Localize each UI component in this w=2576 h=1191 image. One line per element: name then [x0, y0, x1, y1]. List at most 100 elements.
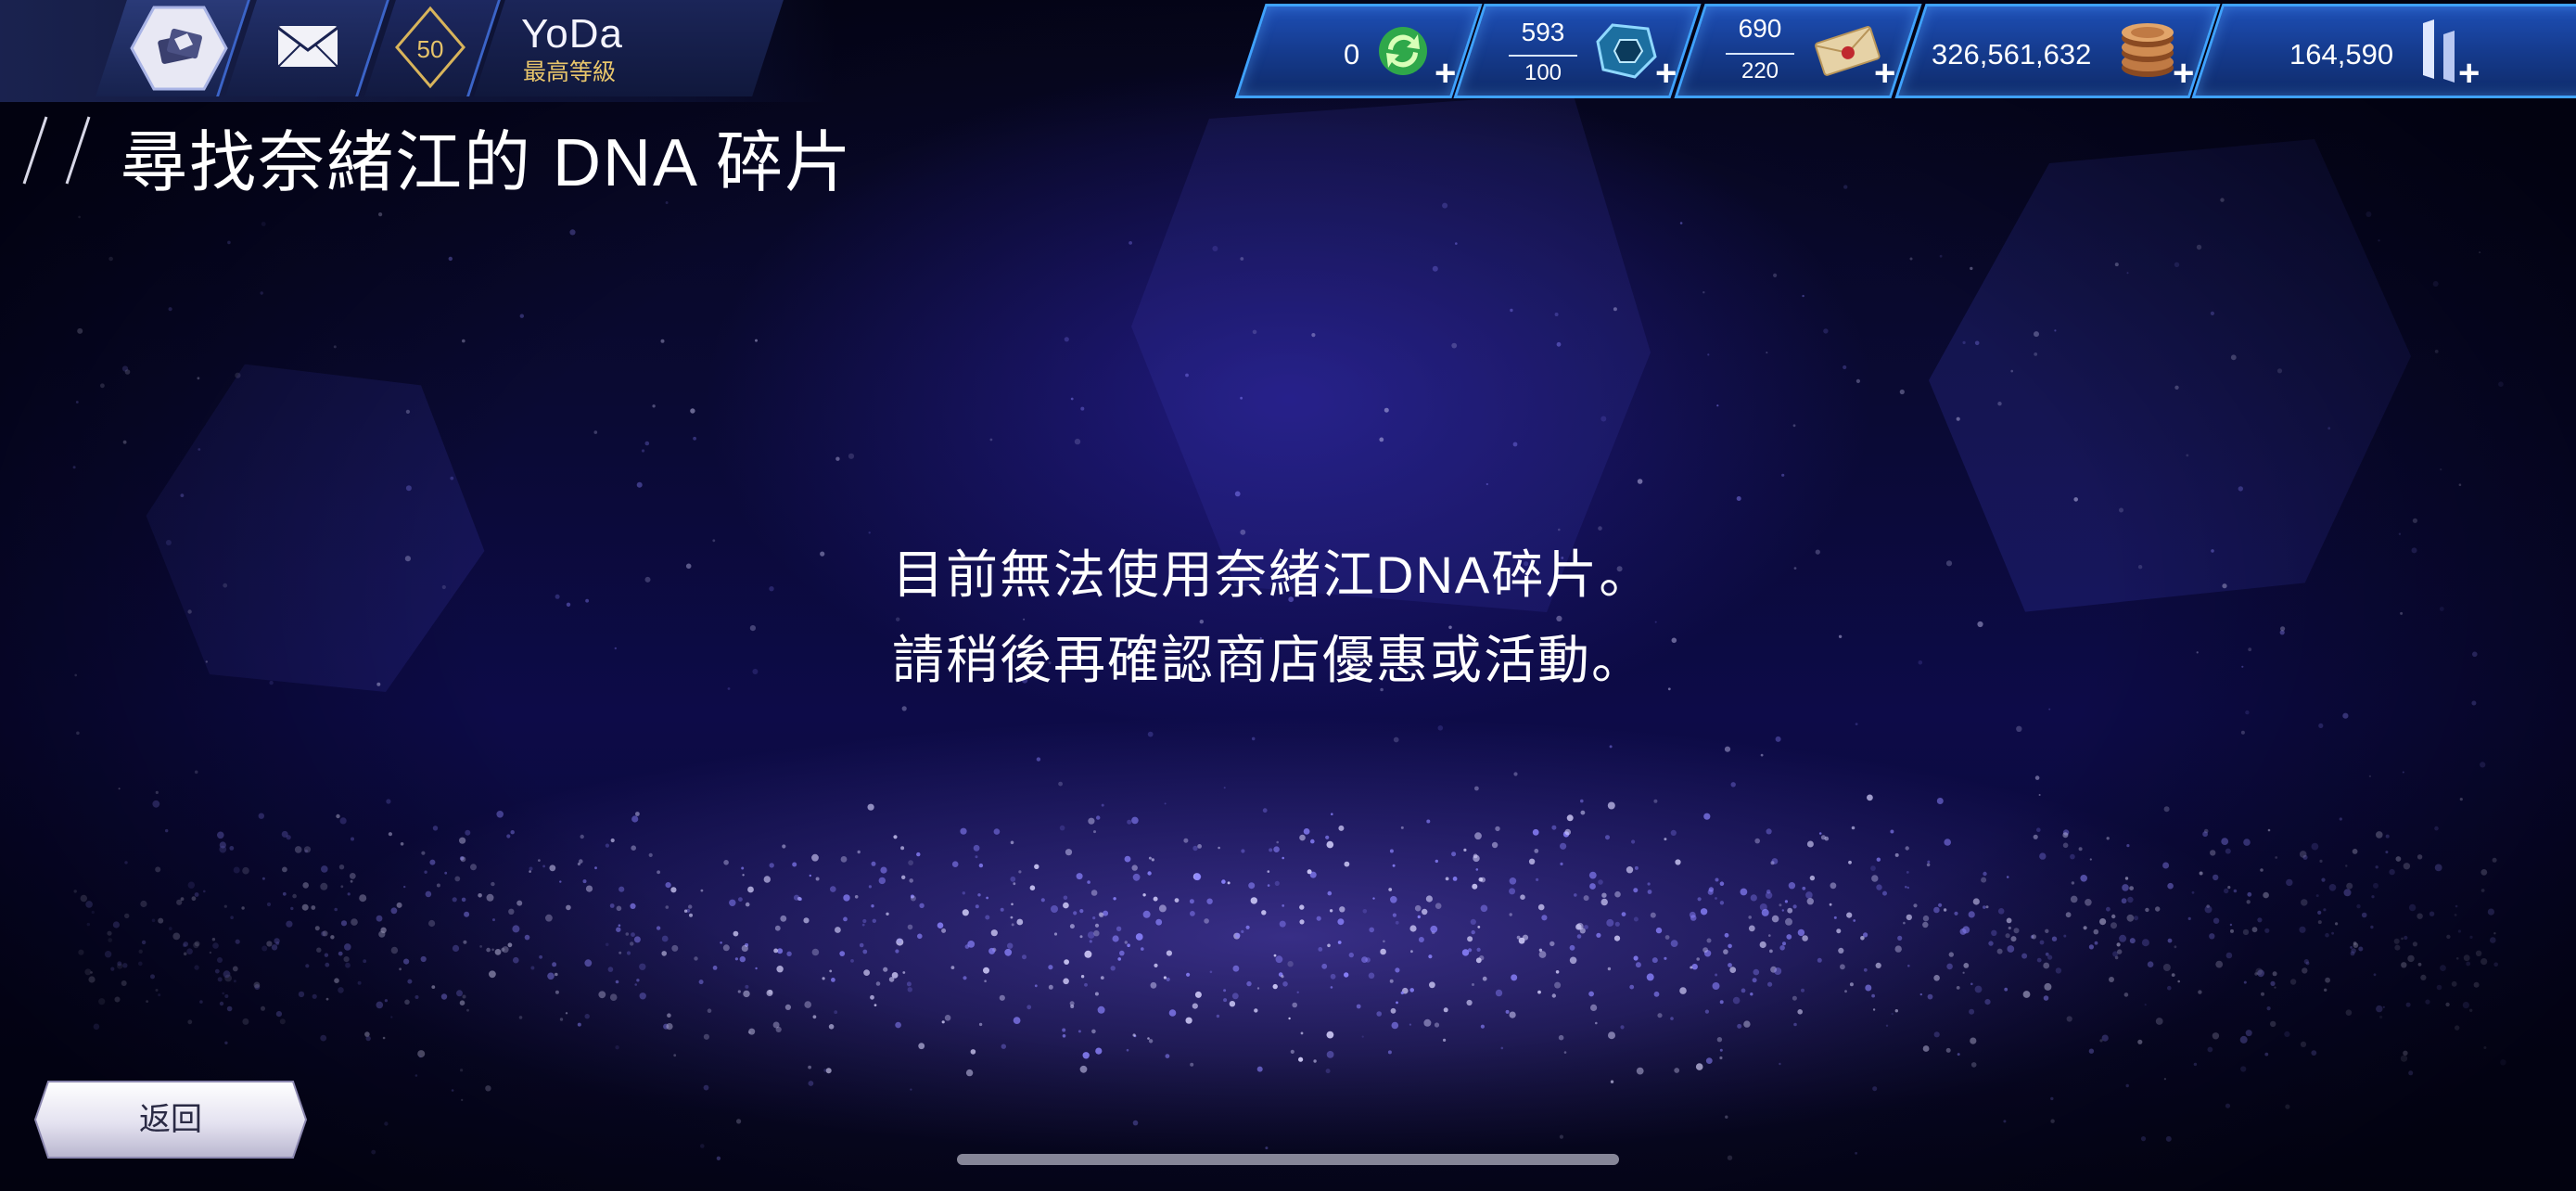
particle	[1913, 903, 1918, 908]
particle	[1124, 855, 1131, 863]
particle	[2408, 1070, 2414, 1076]
particle	[1806, 840, 1814, 848]
particle	[2263, 891, 2269, 899]
mail-icon[interactable]	[276, 24, 339, 69]
particle	[1922, 921, 1929, 928]
particle	[1272, 983, 1278, 990]
particle	[1690, 915, 1697, 921]
particle	[843, 894, 850, 902]
particle	[1675, 859, 1681, 865]
particle	[311, 905, 316, 910]
particle	[577, 1022, 581, 1027]
particle	[2328, 884, 2337, 891]
particle	[1174, 898, 1180, 903]
particle	[2254, 972, 2258, 976]
particle	[1183, 838, 1189, 843]
home-indicator[interactable]	[957, 1154, 1619, 1165]
particle	[2469, 935, 2473, 940]
particle	[2303, 959, 2309, 965]
particle	[2267, 828, 2271, 832]
particle	[1235, 932, 1241, 939]
particle	[671, 944, 679, 952]
particle	[183, 941, 188, 947]
particle	[124, 913, 130, 919]
back-button-label[interactable]: 返回	[33, 1080, 308, 1159]
particle	[2191, 890, 2195, 894]
particle	[2251, 927, 2258, 933]
particle	[752, 669, 759, 674]
currency-gems[interactable]: 593 100 +	[1453, 4, 1702, 98]
particle	[2210, 850, 2216, 856]
gems-add-button[interactable]: +	[1655, 53, 1677, 94]
particle	[2432, 281, 2439, 287]
particle	[2243, 980, 2247, 984]
particle	[1331, 813, 1333, 815]
particle	[529, 866, 533, 871]
particle	[1197, 844, 1202, 849]
particle	[1088, 817, 1095, 825]
particle	[1245, 925, 1250, 929]
particle	[743, 990, 750, 998]
particle	[1719, 1048, 1723, 1052]
currency-refresh[interactable]: 0 +	[1234, 4, 1483, 98]
particle	[2078, 847, 2083, 852]
particle	[2361, 912, 2367, 918]
particle	[1653, 991, 1660, 997]
particle	[1609, 745, 1613, 749]
particle	[630, 941, 634, 946]
crystals-add-button[interactable]: +	[2458, 53, 2480, 94]
particle	[266, 902, 272, 907]
particle	[492, 918, 495, 922]
particle	[870, 994, 874, 1000]
particle	[404, 999, 410, 1005]
particle	[1707, 889, 1714, 895]
particle	[1876, 884, 1882, 890]
player-name[interactable]: YoDa	[521, 11, 623, 58]
refresh-add-button[interactable]: +	[1435, 53, 1456, 94]
particle	[1480, 904, 1488, 913]
particle	[1126, 1048, 1129, 1052]
currency-tickets[interactable]: 690 220 +	[1674, 4, 1922, 98]
particle	[648, 852, 653, 858]
particle	[2264, 928, 2270, 933]
particle	[2400, 1055, 2408, 1062]
particle	[338, 987, 344, 993]
particle	[122, 440, 127, 444]
particle	[1607, 801, 1615, 810]
particle	[203, 890, 206, 893]
particle	[1510, 308, 1513, 313]
particle	[108, 938, 112, 942]
particle	[1556, 341, 1562, 347]
particle	[707, 1008, 712, 1013]
particle	[868, 531, 871, 534]
particle	[1119, 950, 1125, 956]
deck-menu-icon[interactable]	[128, 4, 230, 93]
particle	[529, 870, 531, 873]
particle	[2048, 708, 2051, 711]
particle	[1797, 928, 1805, 937]
particle	[1153, 896, 1158, 902]
particle	[585, 598, 589, 603]
particle	[1495, 826, 1500, 832]
particle	[1674, 1068, 1680, 1073]
particle	[242, 866, 249, 875]
particle	[1748, 925, 1755, 932]
particle	[2480, 762, 2486, 768]
tickets-add-button[interactable]: +	[1874, 53, 1895, 94]
particle	[665, 905, 670, 909]
particle	[585, 885, 593, 892]
particle	[960, 827, 967, 835]
coins-add-button[interactable]: +	[2173, 53, 2194, 94]
currency-coins[interactable]: 326,561,632 +	[1894, 4, 2221, 98]
particle	[670, 887, 677, 893]
particle	[1229, 1001, 1236, 1007]
particle	[419, 1056, 422, 1058]
particle	[906, 981, 912, 987]
particle	[2109, 977, 2114, 982]
particle	[1511, 974, 1518, 981]
particle	[2368, 775, 2371, 778]
currency-crystals[interactable]: 164,590 +	[2191, 4, 2576, 98]
particle	[1011, 903, 1014, 906]
particle	[108, 256, 113, 262]
particle	[1716, 1037, 1723, 1043]
